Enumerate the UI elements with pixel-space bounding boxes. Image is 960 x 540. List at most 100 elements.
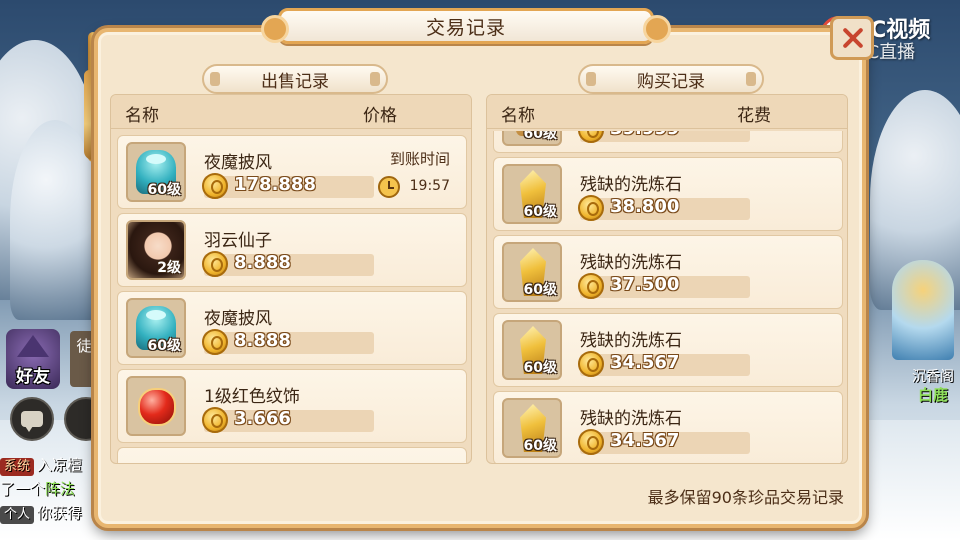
right-hud: 沉香阁 白鹿	[870, 260, 960, 410]
item-name: 残缺的洗炼石	[580, 253, 682, 273]
item-level: 60级	[523, 131, 557, 142]
buy-record-row[interactable]: 60级 残缺的洗炼石 34.567	[493, 391, 843, 463]
red-gem-art	[138, 388, 176, 426]
chat-message-text: 入凉檀	[37, 456, 83, 474]
sell-record-row[interactable]: 2级 羽云仙子 8.888	[117, 213, 467, 287]
companion-character[interactable]	[892, 260, 954, 360]
sell-rows: 60级 夜魔披风 178.888 到账时间 19:57 2级 羽云仙子 8.88…	[111, 131, 471, 463]
gold-coin-icon	[578, 351, 604, 377]
chat-bubble-icon	[21, 411, 43, 432]
close-button[interactable]	[830, 16, 874, 60]
price-bar: 3.666	[202, 407, 374, 433]
item-level: 60级	[523, 360, 557, 376]
buy-records-header: 购买记录	[578, 64, 764, 94]
fairy-portrait-icon: 2级	[126, 220, 186, 280]
friends-button[interactable]: 好友	[6, 329, 60, 389]
sell-records-header: 出售记录	[202, 64, 388, 94]
crystal-icon: 60级	[502, 242, 562, 302]
buy-records-list[interactable]: 名称 花费 60级 39.999 60级 残缺的洗炼石	[486, 94, 848, 464]
col-cost-label: 花费	[737, 106, 771, 126]
gold-coin-icon	[578, 273, 604, 299]
gold-coin-icon	[202, 329, 228, 355]
price-value: 34.567	[610, 430, 680, 451]
header-cap	[746, 72, 756, 86]
price-bar: 39.999	[578, 131, 750, 143]
crystal-icon: 60级	[502, 164, 562, 224]
panel-title-bar: 交易记录	[261, 8, 671, 44]
price-value: 3.666	[234, 408, 291, 429]
item-name: 夜魔披风	[204, 309, 272, 329]
arrival-time-value: 19:57	[409, 178, 450, 194]
item-level: 60级	[523, 282, 557, 298]
friends-label: 好友	[16, 367, 50, 387]
buy-record-row[interactable]: 60级 残缺的洗炼石 34.567	[493, 313, 843, 387]
price-bar: 8.888	[202, 251, 374, 277]
character-name: 白鹿	[917, 386, 948, 404]
sell-record-row[interactable]: 1级红色纹饰 3.666	[117, 369, 467, 443]
price-bar: 178.888	[202, 173, 374, 199]
sell-records-title: 出售记录	[261, 71, 329, 92]
record-limit-note: 最多保留90条珍品交易记录	[647, 488, 844, 507]
price-value: 8.888	[234, 252, 291, 273]
arrival-time-label: 到账时间	[389, 150, 450, 168]
clock-icon	[378, 176, 400, 198]
price-value: 178.888	[234, 174, 316, 195]
item-level: 60级	[147, 182, 181, 198]
price-bar: 34.567	[578, 429, 750, 455]
price-value: 37.500	[610, 274, 680, 295]
price-value: 38.800	[610, 196, 680, 217]
chat-message-text: 你获得	[37, 504, 83, 522]
buy-record-row[interactable]: 60级 残缺的洗炼石 37.500	[493, 235, 843, 309]
sell-records-list[interactable]: 名称 价格 60级 夜魔披风 178.888 到账时间 19:57 2级 羽云仙…	[110, 94, 472, 464]
item-name: 残缺的洗炼石	[580, 331, 682, 351]
item-name: 羽云仙子	[204, 231, 272, 251]
item-name: 残缺的洗炼石	[580, 175, 682, 195]
item-level: 2级	[157, 260, 181, 276]
item-name: 1级红色纹饰	[204, 387, 300, 407]
gold-coin-icon	[202, 251, 228, 277]
buy-rows: 60级 39.999 60级 残缺的洗炼石 38.800	[487, 131, 847, 463]
col-name-label: 名称	[501, 106, 535, 126]
gold-coin-icon	[202, 173, 228, 199]
chat-message-text: 了一个	[0, 480, 46, 498]
buy-record-row[interactable]: 60级 39.999	[493, 131, 843, 153]
item-level: 60级	[523, 438, 557, 454]
header-cap	[586, 72, 596, 86]
wizard-hat-icon	[17, 335, 49, 357]
price-bar: 8.888	[202, 329, 374, 355]
panel-title: 交易记录	[425, 16, 506, 39]
chat-button[interactable]	[10, 397, 54, 441]
col-name-label: 名称	[125, 106, 159, 126]
sell-record-row[interactable]: 60级 夜魔披风 8.888	[117, 291, 467, 365]
sell-record-row[interactable]: 60级 夜魔披风 178.888 到账时间 19:57	[117, 135, 467, 209]
item-level: 60级	[147, 338, 181, 354]
price-value: 34.567	[610, 352, 680, 373]
item-name: 夜魔披风	[204, 153, 272, 173]
trade-record-panel: 出售记录 购买记录 名称 价格 60级 夜魔披风 178.888 到账时间 19…	[94, 28, 866, 528]
cloak-icon: 60级	[126, 298, 186, 358]
item-name: 残缺的洗炼石	[580, 409, 682, 429]
crystal-icon: 60级	[502, 398, 562, 458]
sell-record-row-partial[interactable]	[117, 447, 467, 463]
system-tag: 系统	[0, 458, 35, 476]
buy-column-header: 名称 花费	[487, 95, 847, 129]
gold-coin-icon	[578, 429, 604, 455]
buy-record-row[interactable]: 60级 残缺的洗炼石 38.800	[493, 157, 843, 231]
item-level: 60级	[523, 204, 557, 220]
personal-tag: 个人	[0, 506, 35, 524]
price-value: 8.888	[234, 330, 291, 351]
red-gem-icon	[126, 376, 186, 436]
header-cap	[210, 72, 220, 86]
header-cap	[370, 72, 380, 86]
price-bar: 38.800	[578, 195, 750, 221]
sell-column-header: 名称 价格	[111, 95, 471, 129]
crystal-icon: 60级	[502, 320, 562, 380]
price-value: 39.999	[610, 131, 679, 139]
item-icon: 60级	[502, 131, 562, 146]
col-price-label: 价格	[363, 106, 397, 126]
gold-coin-icon	[202, 407, 228, 433]
buy-records-title: 购买记录	[637, 71, 705, 92]
chat-highlight: 阵法	[45, 480, 76, 498]
location-label: 沉香阁	[912, 369, 954, 385]
cloak-icon: 60级	[126, 142, 186, 202]
